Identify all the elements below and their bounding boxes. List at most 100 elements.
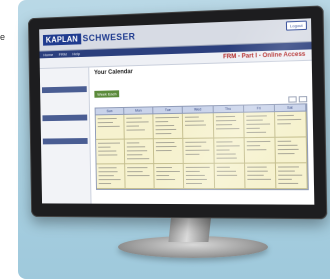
calendar-entry-line [215,145,240,147]
calendar-entry-line [155,121,169,123]
top-links: Logout [285,20,308,31]
calendar-day-cell[interactable] [275,137,308,164]
sidebar-item[interactable] [43,145,88,149]
calendar-day-cell[interactable] [183,113,214,139]
calendar-entry-line [246,127,260,129]
calendar-entry-line [156,141,175,144]
calendar-entry-line [97,121,113,124]
calendar-entry-line [98,183,112,185]
calendar-day-cell[interactable] [125,164,155,189]
calendar-entry-line [277,144,298,146]
calendar-entry-line [156,167,173,169]
calendar-entry-line [185,149,210,151]
top-link-logout[interactable]: Logout [285,20,308,31]
calendar-entry-line [216,153,236,155]
calendar-day-cell[interactable] [274,111,307,138]
calendar-entry-line [127,167,148,169]
calendar-entry-line [126,142,140,144]
calendar-entry-line [277,123,291,125]
calendar-entry-line [215,119,237,122]
calendar-day-cell[interactable] [243,112,276,139]
calendar-next-button[interactable] [298,96,308,103]
calendar-day-cell[interactable] [214,163,246,190]
calendar-entry-line [246,119,263,121]
monitor: KAPLAN SCHWESER Logout Home FRM Help FRM… [27,5,328,220]
calendar-entry-line [216,166,230,168]
calendar-entry-line [246,166,267,168]
calendar-prev-button[interactable] [288,96,297,103]
calendar-entry-line [246,170,268,172]
calendar-day-cell[interactable] [244,163,277,190]
nav-tab-home[interactable]: Home [43,52,53,57]
calendar-entry-line [126,117,142,119]
calendar-entry-line [185,153,199,155]
calendar-day-cell[interactable] [275,163,308,190]
sidebar-item[interactable] [42,79,87,84]
calendar-entry-line [277,153,295,155]
calendar-entry-line [246,131,266,134]
calendar-entry-line [155,128,176,131]
calendar-entry-line [246,145,260,147]
calendar-entry-line [247,178,272,180]
calendar-entry-line [215,141,233,143]
sidebar-section-header [42,114,88,122]
calendar-entry-line [185,116,199,118]
calendar-day-cell[interactable] [154,138,185,165]
calendar-entry-line [246,174,264,176]
calendar-entry-line [185,124,206,126]
calendar-entry-line [126,125,140,127]
calendar-entry-line [127,158,150,160]
logo-schweser: SCHWESER [82,31,136,44]
calendar-entry-line [278,174,303,176]
nav-tab-frm[interactable]: FRM [59,52,67,57]
footer-note [96,192,309,196]
calendar-entry-line [155,133,172,135]
sidebar-item[interactable] [43,150,88,154]
sidebar [39,67,92,204]
calendar-entry-line [98,146,111,148]
week-banner[interactable]: Week Each [94,90,120,98]
edge-marker: e [0,32,6,42]
calendar-day-cell[interactable] [154,163,185,190]
calendar-day-cell[interactable] [96,164,126,189]
site-logo[interactable]: KAPLAN SCHWESER [42,31,136,46]
calendar-entry-line [278,178,292,180]
calendar-day-cell[interactable] [244,137,276,164]
logo-kaplan: KAPLAN [42,33,81,46]
calendar-entry-line [127,171,143,173]
calendar-entry-line [246,149,267,151]
monitor-screen: KAPLAN SCHWESER Logout Home FRM Help FRM… [39,18,315,205]
sidebar-item[interactable] [43,131,88,135]
calendar-entry-line [186,178,207,180]
calendar-entry-line [127,154,143,156]
calendar-entry-line [97,117,118,120]
calendar-entry-line [186,174,206,176]
sidebar-section-header [42,138,88,145]
sidebar-item[interactable] [43,155,88,159]
calendar-entry-line [156,179,176,181]
calendar-entry-line [245,115,267,117]
calendar-day-cell[interactable] [213,112,245,139]
calendar-entry-line [246,123,271,125]
calendar-day-cell[interactable] [153,113,184,140]
calendar-day-cell[interactable] [124,114,155,140]
calendar-entry-line [277,166,300,168]
calendar-entry-line [185,120,205,122]
sidebar-item[interactable] [42,108,87,113]
calendar-entry-line [278,182,298,184]
calendar-day-cell[interactable] [96,139,126,165]
calendar-entry-line [185,145,202,147]
calendar-day-cell[interactable] [95,114,125,140]
calendar-day-cell[interactable] [183,138,215,164]
nav-tab-help[interactable]: Help [72,51,80,56]
sidebar-item[interactable] [43,126,88,131]
calendar-day-cell[interactable] [124,139,155,165]
calendar-day-cell[interactable] [213,138,245,164]
calendar-entry-line [98,171,118,173]
calendar-entry-line [216,170,236,172]
calendar-entry-line [215,149,230,151]
calendar-entry-line [126,146,146,148]
calendar-entry-line [246,140,271,143]
sidebar-item[interactable] [43,121,88,126]
calendar-day-cell[interactable] [184,163,215,190]
